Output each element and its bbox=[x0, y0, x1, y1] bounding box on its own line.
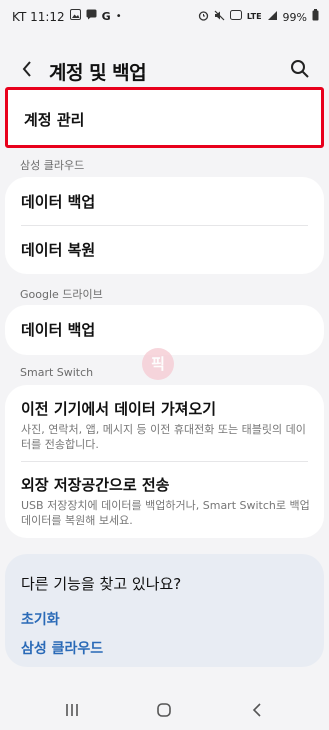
external-storage-transfer-title: 외장 저장공간으로 전송 bbox=[21, 476, 170, 494]
samsung-cloud-card: 데이터 백업 데이터 복원 bbox=[5, 177, 324, 274]
section-label-smart-switch: Smart Switch bbox=[20, 366, 94, 379]
watermark-logo: 픽 bbox=[142, 348, 174, 380]
section-label-google-drive: Google 드라이브 bbox=[20, 288, 103, 301]
dot-icon: • bbox=[115, 10, 122, 22]
smart-switch-card: 이전 기기에서 데이터 가져오기 사진, 연락처, 앱, 메시지 등 이전 휴대… bbox=[5, 385, 324, 538]
external-storage-transfer-desc: USB 저장장치에 데이터를 백업하거나, Smart Switch로 백업 데… bbox=[21, 499, 310, 527]
samsung-cloud-restore-row[interactable]: 데이터 복원 bbox=[5, 226, 324, 274]
status-left: KT 11:12 G • bbox=[12, 9, 122, 24]
google-drive-card: 데이터 백업 bbox=[5, 305, 324, 355]
chat-icon bbox=[86, 9, 97, 24]
navigation-bar bbox=[0, 690, 329, 730]
account-manage-label: 계정 관리 bbox=[24, 111, 85, 129]
back-button[interactable] bbox=[16, 57, 40, 81]
recent-apps-button[interactable] bbox=[60, 698, 84, 722]
signal-icon bbox=[267, 10, 278, 25]
battery-icon bbox=[312, 9, 319, 25]
import-from-old-device-row[interactable]: 이전 기기에서 데이터 가져오기 사진, 연락처, 앱, 메시지 등 이전 휴대… bbox=[5, 385, 324, 461]
google-drive-backup-row[interactable]: 데이터 백업 bbox=[5, 305, 324, 355]
reset-link[interactable]: 초기화 bbox=[21, 609, 60, 629]
samsung-cloud-backup-label: 데이터 백업 bbox=[21, 193, 96, 211]
home-icon bbox=[157, 703, 171, 717]
network-label: LTE bbox=[246, 12, 262, 21]
page-title: 계정 및 백업 bbox=[49, 62, 147, 84]
import-from-old-device-desc: 사진, 연락처, 앱, 메시지 등 이전 휴대전화 또는 태블릿의 데이터를 전… bbox=[21, 423, 306, 451]
search-button[interactable] bbox=[289, 58, 311, 80]
suggestions-card: 다른 기능을 찾고 있나요? 초기화 삼성 클라우드 bbox=[5, 554, 324, 667]
home-button[interactable] bbox=[152, 698, 176, 722]
status-bar: KT 11:12 G • LTE 99% bbox=[0, 0, 329, 32]
samsung-cloud-backup-row[interactable]: 데이터 백업 bbox=[5, 177, 324, 225]
mute-icon bbox=[214, 10, 225, 25]
account-manage-row[interactable]: 계정 관리 bbox=[8, 90, 321, 145]
carrier-time: KT 11:12 bbox=[12, 9, 65, 24]
google-drive-backup-label: 데이터 백업 bbox=[21, 321, 96, 339]
battery-level: 99% bbox=[282, 10, 307, 24]
external-storage-transfer-row[interactable]: 외장 저장공간으로 전송 USB 저장장치에 데이터를 백업하거나, Smart… bbox=[5, 462, 324, 538]
nfc-icon bbox=[229, 10, 242, 24]
samsung-cloud-restore-label: 데이터 복원 bbox=[21, 241, 96, 259]
recent-apps-icon bbox=[66, 704, 78, 716]
samsung-cloud-link[interactable]: 삼성 클라우드 bbox=[21, 638, 103, 658]
back-icon bbox=[252, 703, 261, 717]
gallery-icon bbox=[69, 9, 81, 24]
status-right: LTE 99% bbox=[198, 9, 319, 25]
account-manage-card: 계정 관리 bbox=[5, 87, 324, 148]
nav-back-button[interactable] bbox=[245, 698, 269, 722]
section-label-samsung-cloud: 삼성 클라우드 bbox=[20, 159, 85, 172]
app-bar: 계정 및 백업 bbox=[0, 52, 329, 88]
search-icon bbox=[291, 60, 309, 78]
suggestions-title: 다른 기능을 찾고 있나요? bbox=[21, 575, 182, 593]
chevron-left-icon bbox=[22, 61, 31, 77]
alarm-icon bbox=[198, 10, 209, 25]
google-icon: G bbox=[101, 9, 111, 23]
import-from-old-device-title: 이전 기기에서 데이터 가져오기 bbox=[21, 400, 217, 418]
